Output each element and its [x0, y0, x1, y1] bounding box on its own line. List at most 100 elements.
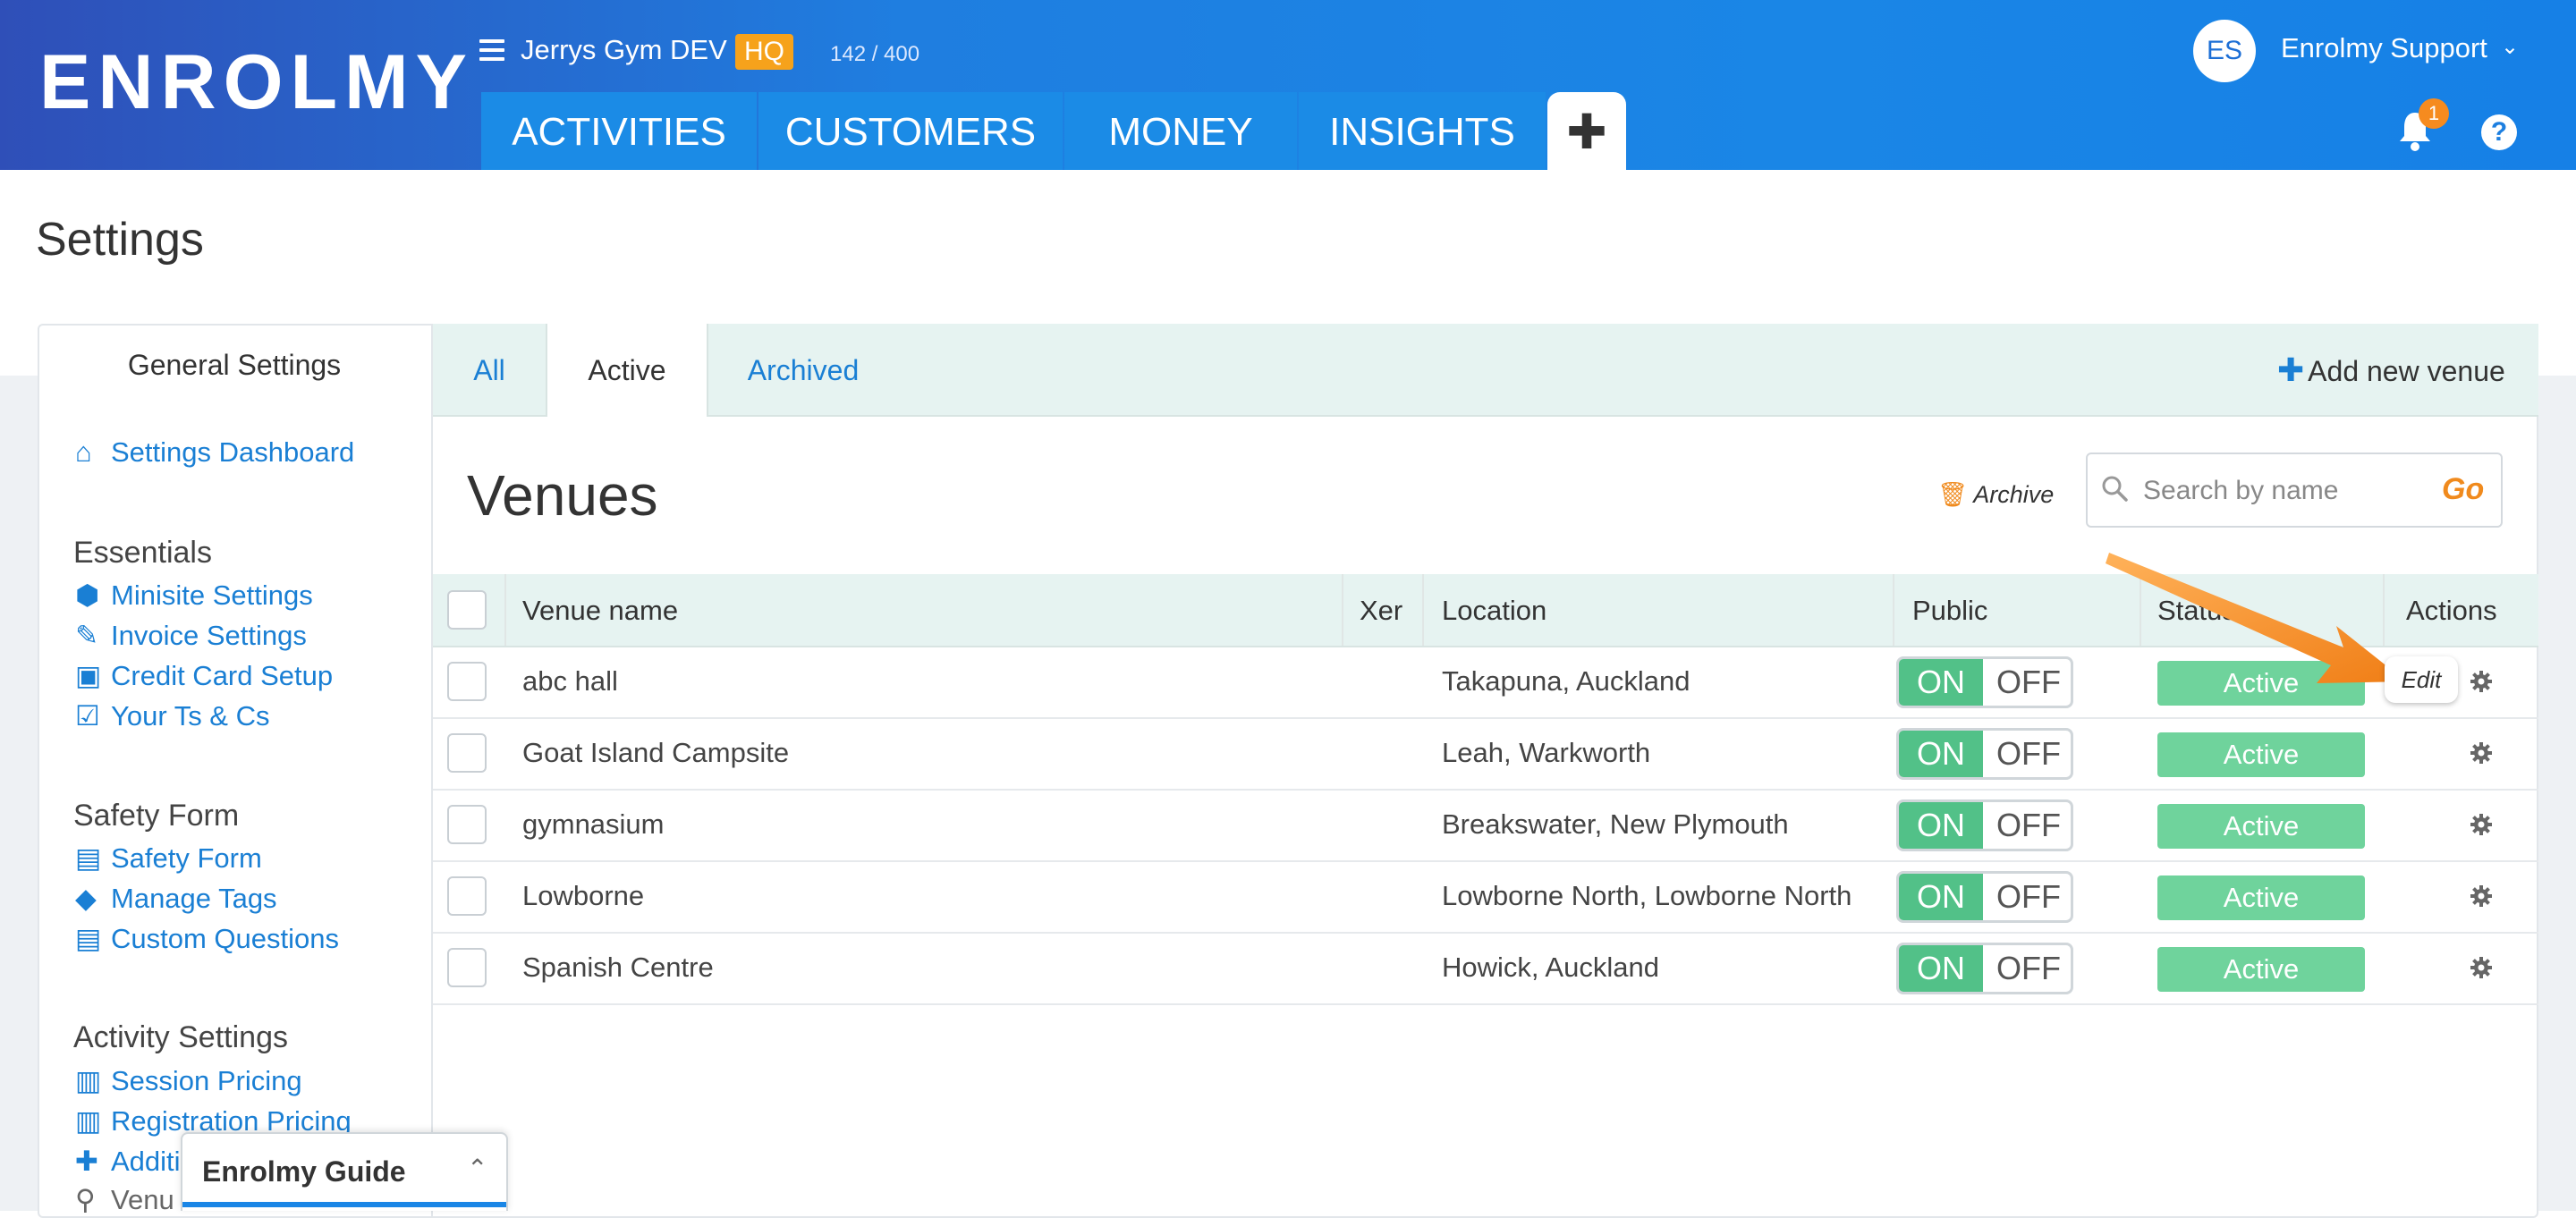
sidebar-item-your-ts-cs[interactable]: ☑ Your Ts & Cs — [75, 698, 269, 734]
tab-all[interactable]: All — [433, 324, 546, 417]
search-input[interactable] — [2141, 469, 2413, 513]
plus-icon: ✚ — [2277, 351, 2305, 388]
sidebar-item-minisite-settings[interactable]: ⬢ Minisite Settings — [75, 578, 313, 613]
column-venue-name[interactable]: Venue name — [522, 574, 678, 647]
sidebar-item-invoice-settings[interactable]: ✎ Invoice Settings — [75, 618, 307, 654]
chevron-down-icon[interactable]: ⌄ — [2501, 34, 2519, 60]
column-xer[interactable]: Xer — [1360, 574, 1402, 647]
add-new-venue-button[interactable]: ✚ Add new venue — [2277, 352, 2505, 389]
column-divider — [1422, 574, 1424, 646]
sidebar-item-settings-dashboard[interactable]: ⌂ Settings Dashboard — [75, 435, 354, 470]
public-toggle[interactable]: ON OFF — [1896, 728, 2073, 780]
column-location[interactable]: Location — [1442, 574, 1546, 647]
user-menu[interactable]: Enrolmy Support — [2281, 30, 2487, 66]
money-icon: ▣ — [75, 660, 102, 691]
sidebar-section-safety-form: Safety Form — [73, 799, 240, 833]
page-title: Settings — [36, 214, 204, 266]
column-divider — [504, 574, 506, 646]
edit-tooltip: Edit — [2385, 656, 2458, 703]
hq-badge: HQ — [735, 34, 793, 70]
help-icon[interactable]: ? — [2481, 114, 2517, 150]
sidebar-section-activity-settings: Activity Settings — [73, 1020, 288, 1054]
row-checkbox[interactable] — [447, 733, 487, 773]
sidebar-item-manage-tags[interactable]: ◆ Manage Tags — [75, 881, 277, 917]
tab-active[interactable]: Active — [546, 324, 708, 417]
sidebar-item-credit-card-setup[interactable]: ▣ Credit Card Setup — [75, 658, 333, 694]
guide-accent-bar — [182, 1202, 506, 1207]
briefcase-icon: ▥ — [75, 1105, 102, 1137]
toggle-off[interactable]: OFF — [1987, 945, 2071, 992]
toggle-on[interactable]: ON — [1899, 802, 1983, 849]
status-badge: Active — [2157, 804, 2365, 849]
gear-icon[interactable] — [2470, 956, 2493, 979]
gear-icon[interactable] — [2470, 670, 2493, 693]
sidebar-item-additional[interactable]: ✚ Additi — [75, 1144, 181, 1180]
row-checkbox[interactable] — [447, 805, 487, 844]
venue-location: Lowborne North, Lowborne North — [1442, 880, 1852, 911]
nav-tab-customers[interactable]: CUSTOMERS — [758, 92, 1063, 170]
go-button[interactable]: Go — [2442, 472, 2484, 507]
row-checkbox[interactable] — [447, 948, 487, 987]
venue-name[interactable]: abc hall — [522, 664, 618, 699]
chevron-up-icon[interactable]: ⌃ — [467, 1154, 487, 1183]
nav-tab-insights[interactable]: INSIGHTS — [1299, 92, 1546, 170]
status-badge: Active — [2157, 947, 2365, 992]
gear-icon[interactable] — [2470, 884, 2493, 908]
toggle-off[interactable]: OFF — [1987, 659, 2071, 706]
enrolmy-logo[interactable]: ENROLMY — [39, 41, 474, 123]
toggle-off[interactable]: OFF — [1987, 731, 2071, 777]
gear-icon[interactable] — [2470, 741, 2493, 765]
toggle-on[interactable]: ON — [1899, 945, 1983, 992]
public-toggle[interactable]: ON OFF — [1896, 943, 2073, 994]
public-toggle[interactable]: ON OFF — [1896, 799, 2073, 851]
select-all-checkbox[interactable] — [447, 590, 487, 630]
venue-location: Breakswater, New Plymouth — [1442, 808, 1789, 840]
briefcase-icon: ▥ — [75, 1065, 102, 1096]
trash-icon: 🗑 — [1937, 481, 1969, 508]
sidebar-item-venues[interactable]: ⚲ Venu — [75, 1182, 174, 1218]
public-toggle[interactable]: ON OFF — [1896, 656, 2073, 708]
sidebar-item-safety-form[interactable]: ▤ Safety Form — [75, 841, 262, 876]
plus-icon[interactable]: ✚ — [1547, 92, 1626, 170]
sidebar-item-session-pricing[interactable]: ▥ Session Pricing — [75, 1063, 302, 1099]
guide-title[interactable]: Enrolmy Guide — [202, 1155, 406, 1188]
toggle-on[interactable]: ON — [1899, 874, 1983, 920]
venues-heading: Venues — [467, 463, 658, 528]
venue-name[interactable]: Lowborne — [522, 878, 644, 914]
toggle-on[interactable]: ON — [1899, 659, 1983, 706]
usage-count: 142 / 400 — [830, 42, 920, 66]
cube-icon: ⬢ — [75, 579, 100, 611]
sidebar-title: General Settings — [127, 349, 342, 381]
venue-location: Leah, Warkworth — [1442, 737, 1651, 768]
venue-location: Howick, Auckland — [1442, 952, 1659, 983]
row-checkbox[interactable] — [447, 876, 487, 916]
toggle-on[interactable]: ON — [1899, 731, 1983, 777]
tab-archived[interactable]: Archived — [716, 324, 891, 417]
column-public[interactable]: Public — [1912, 574, 1987, 647]
map-pin-icon: ⚲ — [75, 1184, 96, 1215]
gym-name[interactable]: Jerrys Gym DEV — [521, 32, 727, 68]
nav-tab-activities[interactable]: ACTIVITIES — [481, 92, 757, 170]
status-badge: Active — [2157, 732, 2365, 777]
status-badge: Active — [2157, 875, 2365, 920]
tags-icon: ◆ — [75, 883, 97, 914]
puzzle-icon: ✚ — [75, 1146, 98, 1177]
menu-icon[interactable] — [479, 39, 504, 61]
toggle-off[interactable]: OFF — [1987, 874, 2071, 920]
pencil-icon: ✎ — [75, 620, 98, 651]
sidebar-item-custom-questions[interactable]: ▤ Custom Questions — [75, 921, 339, 957]
venue-name[interactable]: Spanish Centre — [522, 950, 714, 985]
archive-button[interactable]: 🗑 Archive — [1937, 479, 2054, 510]
public-toggle[interactable]: ON OFF — [1896, 871, 2073, 923]
notification-badge: 1 — [2419, 98, 2449, 129]
avatar[interactable]: ES — [2193, 20, 2256, 82]
venue-name[interactable]: Goat Island Campsite — [522, 735, 789, 771]
column-divider — [1893, 574, 1894, 646]
toggle-off[interactable]: OFF — [1987, 802, 2071, 849]
document-icon: ▤ — [75, 923, 102, 954]
nav-tab-money[interactable]: MONEY — [1064, 92, 1297, 170]
gear-icon[interactable] — [2470, 813, 2493, 836]
row-checkbox[interactable] — [447, 662, 487, 701]
venue-name[interactable]: gymnasium — [522, 807, 665, 842]
document-icon: ▤ — [75, 842, 102, 874]
